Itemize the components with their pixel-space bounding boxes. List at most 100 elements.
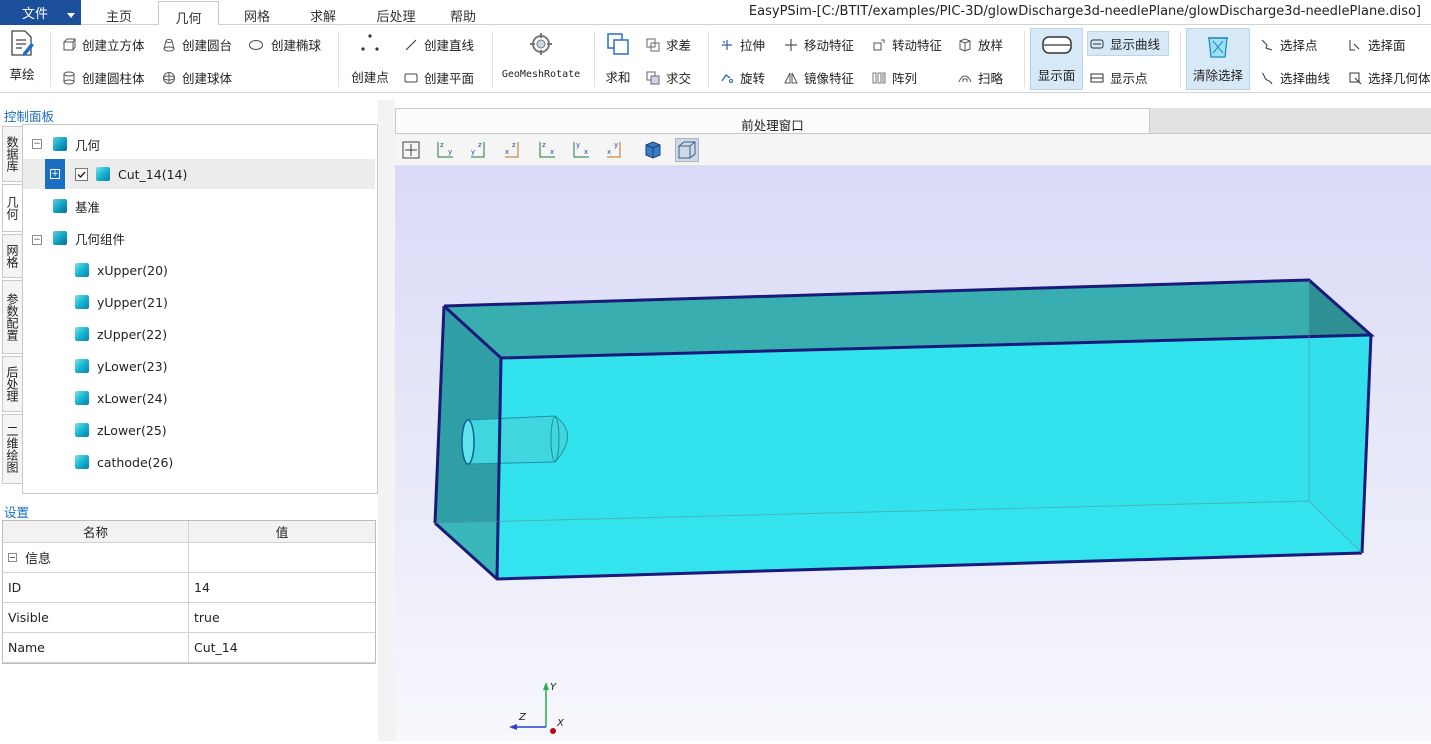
tree-node-component[interactable]: xUpper(20) [75, 255, 168, 285]
tree-node-component[interactable]: zLower(25) [75, 415, 167, 445]
select-face-button[interactable]: 选择面 [1348, 35, 1406, 54]
view-yx-icon[interactable]: yx [569, 138, 593, 162]
rotate-feature-button[interactable]: 转动特征 [872, 35, 942, 54]
side-tab-parameters[interactable]: 参数配置 [2, 280, 22, 354]
geo-mesh-rotate-button[interactable]: GeoMeshRotate [500, 31, 582, 80]
show-faces-button[interactable]: 显示面 [1030, 28, 1083, 90]
create-ellipsoid-button[interactable]: 创建椭球 [247, 35, 321, 54]
viewport-tab[interactable]: 前处理窗口 [395, 108, 1150, 134]
select-curve-button[interactable]: 选择曲线 [1260, 68, 1330, 87]
array-button[interactable]: 阵列 [872, 68, 917, 87]
panel-splitter[interactable] [378, 100, 395, 741]
file-menu-button[interactable]: 文件 [0, 0, 81, 25]
side-tab-mesh[interactable]: 网格 [2, 234, 22, 278]
create-line-button[interactable]: 创建直线 [404, 35, 474, 54]
tree-node-component[interactable]: zUpper(22) [75, 319, 167, 349]
view-zx-icon[interactable]: zx [535, 138, 559, 162]
move-feature-button[interactable]: 移动特征 [784, 35, 854, 54]
tree-node-label: yUpper(21) [97, 294, 168, 310]
mirror-feature-button[interactable]: 镜像特征 [784, 68, 854, 87]
expand-marker[interactable]: + [45, 159, 65, 189]
tree-node-component[interactable]: cathode(26) [75, 447, 173, 477]
grid-row[interactable]: Visible true [3, 603, 375, 633]
preprocess-viewport: 前处理窗口 zy yz xz zx yx xy Y Z X [395, 108, 1431, 741]
tree-node-component[interactable]: yLower(23) [75, 351, 168, 381]
create-cone-button[interactable]: 创建圆台 [162, 35, 232, 54]
view-iso-icon[interactable] [641, 138, 665, 162]
show-curves-button[interactable]: 显示曲线 [1087, 31, 1170, 56]
view-xy-icon[interactable]: zy [433, 138, 457, 162]
loft-button[interactable]: 放样 [958, 35, 1003, 54]
sweep-icon [958, 75, 972, 83]
tab-help[interactable]: 帮助 [440, 4, 486, 25]
wireframe-icon[interactable] [675, 138, 699, 162]
move-feature-label: 移动特征 [804, 38, 855, 53]
create-sphere-button[interactable]: 创建球体 [162, 68, 232, 87]
side-tab-geometry[interactable]: 几何 [2, 184, 22, 232]
show-points-button[interactable]: 显示点 [1090, 68, 1148, 87]
show-points-label: 显示点 [1110, 71, 1148, 86]
sweep-button[interactable]: 扫略 [958, 68, 1003, 87]
view-xy-reverse-icon[interactable]: xy [603, 138, 627, 162]
tree-node-component[interactable]: xLower(24) [75, 383, 168, 413]
grid-group-row[interactable]: − 信息 [3, 543, 375, 573]
create-point-button[interactable]: 创建点 [350, 31, 390, 86]
checkmark-icon [77, 171, 86, 178]
clear-selection-button[interactable]: 清除选择 [1186, 28, 1250, 90]
tree-node-components[interactable]: 几何组件 [53, 223, 125, 253]
axis-label-y: Y [550, 682, 557, 693]
checkbox-checked[interactable] [75, 167, 88, 181]
tree-node-datum[interactable]: 基准 [53, 191, 100, 221]
difference-icon [646, 38, 660, 52]
sketch-button[interactable]: 草绘 [6, 29, 38, 83]
property-value[interactable]: 14 [189, 573, 375, 602]
create-cylinder-button[interactable]: 创建圆柱体 [62, 68, 145, 87]
curves-icon [1090, 39, 1104, 49]
collapse-toggle[interactable]: − [8, 553, 17, 562]
intersect-button[interactable]: 求交 [646, 68, 691, 87]
tree-node-geometry[interactable]: 几何 [53, 129, 100, 159]
tab-home[interactable]: 主页 [96, 4, 142, 25]
create-plane-button[interactable]: 创建平面 [404, 68, 474, 87]
grid-row[interactable]: ID 14 [3, 573, 375, 603]
view-yz-icon[interactable]: yz [467, 138, 491, 162]
property-key: ID [3, 573, 189, 602]
svg-text:y: y [471, 148, 475, 156]
box-front-face [497, 335, 1371, 579]
union-button[interactable]: 求和 [602, 31, 634, 86]
select-geometry-button[interactable]: 选择几何体 [1348, 68, 1431, 87]
extrude-button[interactable]: 拉伸 [720, 35, 765, 54]
create-ellipsoid-label: 创建椭球 [271, 38, 322, 53]
cone-icon [163, 39, 175, 52]
tree-node-component[interactable]: yUpper(21) [75, 287, 168, 317]
collapse-toggle[interactable]: − [32, 235, 42, 245]
revolve-button[interactable]: 旋转 [720, 68, 765, 87]
view-xz-icon[interactable]: xz [501, 138, 525, 162]
fit-view-icon[interactable] [399, 138, 423, 162]
tab-postprocess[interactable]: 后处理 [366, 4, 426, 25]
side-tab-2d-plot[interactable]: 二维绘图 [2, 414, 22, 484]
side-tab-postprocess[interactable]: 后处理 [2, 356, 22, 412]
cube-icon [75, 327, 89, 341]
tab-mesh[interactable]: 网格 [234, 4, 280, 25]
create-box-button[interactable]: 创建立方体 [62, 35, 145, 54]
select-geometry-label: 选择几何体 [1368, 71, 1431, 86]
mirror-icon [784, 72, 798, 84]
property-value[interactable]: Cut_14 [189, 633, 375, 662]
3d-scene[interactable]: Y Z X [395, 166, 1431, 741]
file-menu-label: 文件 [22, 7, 49, 22]
tree-node-cut14[interactable]: Cut_14(14) [75, 159, 187, 189]
side-tab-database[interactable]: 数据库 [2, 126, 22, 182]
property-value[interactable]: true [189, 603, 375, 632]
faces-icon [1041, 36, 1072, 54]
tab-geometry[interactable]: 几何 [158, 1, 219, 27]
tab-solve[interactable]: 求解 [300, 4, 346, 25]
difference-button[interactable]: 求差 [646, 35, 691, 54]
property-key: Visible [3, 603, 189, 632]
create-line-label: 创建直线 [424, 38, 475, 53]
collapse-toggle[interactable]: − [32, 139, 42, 149]
grid-row[interactable]: Name Cut_14 [3, 633, 375, 663]
tree-node-label: 基准 [75, 199, 101, 215]
select-point-button[interactable]: 选择点 [1260, 35, 1318, 54]
loft-icon [959, 38, 971, 52]
